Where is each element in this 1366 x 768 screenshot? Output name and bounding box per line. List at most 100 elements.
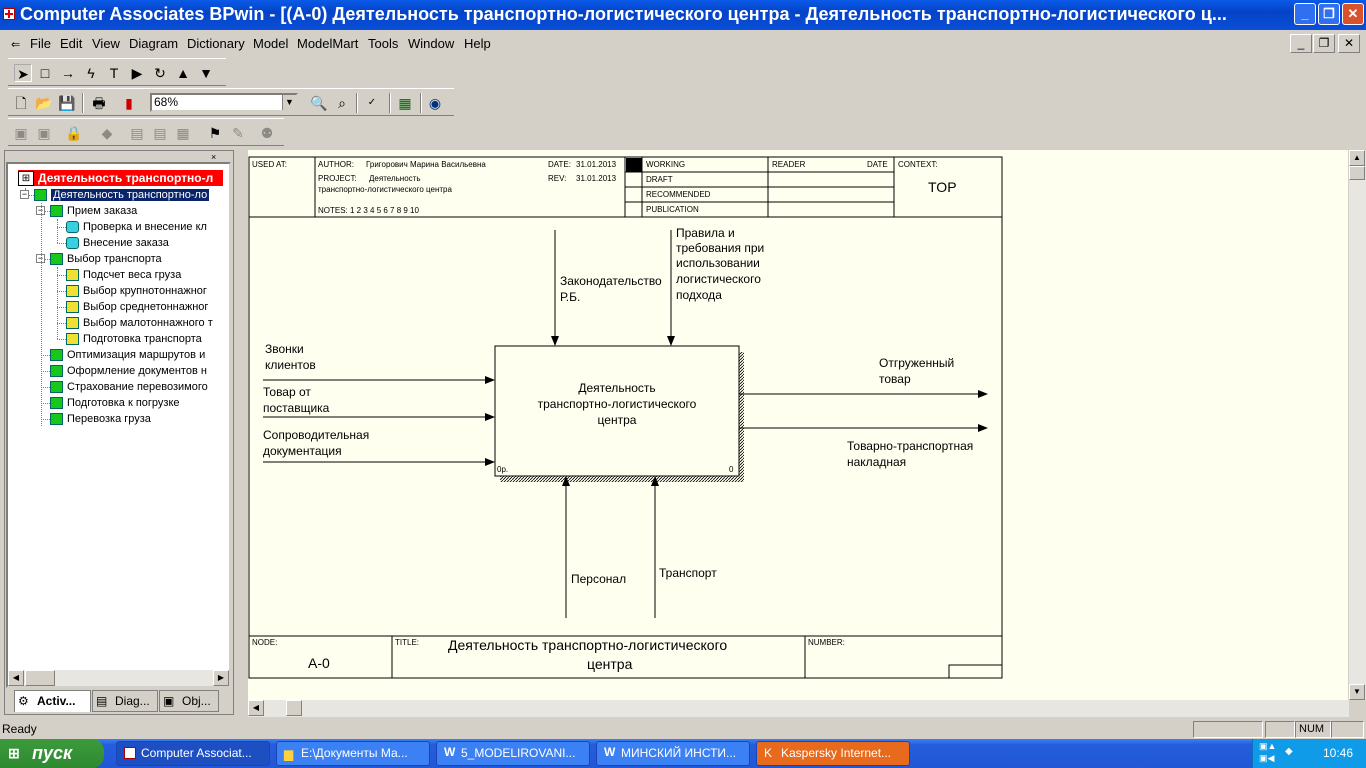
status-text: Ready [2,722,37,736]
tree-item-label: Проверка и внесение кл [83,221,207,233]
report-icon[interactable]: ⚑ [206,124,224,142]
text-tool-icon[interactable]: T [105,64,123,82]
go-to-sibling-icon[interactable]: ↻ [151,64,169,82]
tree-item[interactable]: Подсчет веса груза [66,267,181,283]
drawing-toolbar: ➤ □ → ϟ T ▶ ↻ ▲ ▼ [8,58,226,86]
cube-icon: ◆ [101,125,113,141]
taskbar-kaspersky[interactable]: Kaspersky Internet... [756,741,910,766]
menu-help[interactable]: Help [464,36,491,51]
tree-hscroll[interactable]: ◀ ▶ [8,670,229,686]
squiggle-tool-icon[interactable]: ϟ [82,64,100,82]
save-icon[interactable]: 💾 [58,94,76,112]
tree-item[interactable]: Выбор среднетоннажног [66,299,208,315]
model-explorer-icon[interactable]: ▦ [396,94,414,112]
menu-model[interactable]: Model [253,36,288,51]
tree-item[interactable]: Выбор транспорта [50,251,162,267]
network-icon[interactable]: ▣▲ [1259,741,1276,752]
connect-icon: ▣ [14,125,28,141]
tray-icon[interactable]: ◆ [1285,746,1293,757]
control-rules-2: требования при [676,241,764,255]
zoom-fit-icon[interactable]: ⌕ [333,94,351,112]
tree-item[interactable]: Оптимизация маршрутов и [50,347,205,363]
menu-file[interactable]: File [30,36,51,51]
diagram-canvas[interactable]: USED AT: AUTHOR: Григорович Марина Васил… [248,150,1348,700]
lock-icon: 🔒 [65,125,83,141]
go-to-child-icon[interactable]: ▶ [128,64,146,82]
menu-diagram[interactable]: Diagram [129,36,178,51]
go-to-parent-icon[interactable]: ▲ [174,64,192,82]
publication-label: PUBLICATION [646,205,699,214]
tree-root[interactable]: Деятельность транспортно-л [18,170,223,186]
tree-item-label: Подготовка к погрузке [67,397,180,409]
vscroll-thumb[interactable] [1349,166,1365,180]
start-button[interactable]: ⊞ пуск [0,739,104,768]
menu-modelmart[interactable]: ModelMart [297,36,358,51]
tree-item[interactable]: Выбор крупнотоннажног [66,283,207,299]
tree-item[interactable]: Внесение заказа [66,235,169,251]
menu-window[interactable]: Window [408,36,454,51]
tree-item[interactable]: Деятельность транспортно-ло [34,187,210,203]
tree-item[interactable]: Оформление документов н [50,363,207,379]
canvas-vscroll[interactable]: ▲ ▼ [1349,150,1366,700]
taskbar-word-1[interactable]: 5_MODELIROVANI... [436,741,590,766]
zoom-select[interactable]: 68% ▼ [150,93,298,112]
chevron-down-icon[interactable]: ▼ [282,95,296,110]
modelmart-toolbar: ▣ ▣ 🔒 ◆ ▤ ▤ ▦ ⚑ ✎ ⚉ [8,118,284,146]
activity-box [494,345,740,477]
scroll-down-icon[interactable]: ▼ [1349,684,1365,700]
panel-close-icon[interactable]: × [211,152,216,162]
minimize-button[interactable]: _ [1294,3,1316,25]
tree-item[interactable]: Проверка и внесение кл [66,219,207,235]
tree-item[interactable]: Перевозка груза [50,411,151,427]
doc-close-button[interactable]: ✕ [1338,34,1360,53]
pointer-icon[interactable]: ➤ [14,64,32,82]
taskbar-explorer[interactable]: E:\Документы Ма... [276,741,430,766]
decomposed-activity-icon [66,317,79,330]
menu-view[interactable]: View [92,36,120,51]
menu-tools[interactable]: Tools [368,36,398,51]
print-icon[interactable]: 🖶 [90,94,108,112]
menu-edit[interactable]: Edit [60,36,82,51]
canvas-hscroll[interactable]: ◀ [248,700,1349,717]
new-file-icon[interactable]: 🗋 [12,94,30,112]
scroll-up-icon[interactable]: ▲ [1349,150,1365,166]
scroll-left-icon[interactable]: ◀ [248,700,264,716]
mechanism-staff: Персонал [571,572,626,586]
status-pane-1 [1193,721,1263,738]
doc-menu-icon[interactable]: ⇐ [11,38,20,51]
restore-button[interactable]: ❐ [1318,3,1340,25]
kaspersky-icon: K [764,746,773,760]
tree-item[interactable]: Подготовка транспорта [66,331,202,347]
taskbar-bpwin[interactable]: Computer Associat... [116,741,270,766]
color-palette-icon[interactable]: ▮ [120,94,138,112]
taskbar: ⊞ пуск Computer Associat... E:\Документы… [0,739,1366,768]
doc-minimize-button[interactable]: _ [1290,34,1312,53]
input-docs-1: Сопроводительная [263,428,369,442]
open-folder-icon[interactable]: 📂 [35,94,53,112]
tree-item-label: Внесение заказа [83,237,169,249]
doc-restore-button[interactable]: ❐ [1313,34,1335,53]
collapse-icon[interactable]: − [20,190,29,199]
hscroll-thumb[interactable] [286,700,302,716]
volume-icon[interactable]: ▣◀ [1259,753,1274,764]
project-line-2: транспортно-логистического центра [318,185,453,194]
system-tray: ▣▲ ▣◀ ◆ 10:46 [1252,739,1366,768]
output-waybill-2: накладная [847,455,906,469]
tree-item[interactable]: Выбор малотоннажного т [66,315,213,331]
box-tool-icon[interactable]: □ [36,64,54,82]
project-line-1: Деятельность [369,174,421,183]
tree-item[interactable]: Подготовка к погрузке [50,395,180,411]
tree-item[interactable]: Страхование перевозимого [50,379,208,395]
menu-dictionary[interactable]: Dictionary [187,36,245,51]
close-button[interactable]: ✕ [1342,3,1364,25]
arrow-tool-icon[interactable]: → [59,64,77,82]
diagram-title-2: центра [587,656,633,672]
zoom-value: 68% [154,95,179,109]
modelmart-icon[interactable]: ◉ [426,94,444,112]
taskbar-word-2[interactable]: МИНСКИЙ ИНСТИ... [596,741,750,766]
app-icon[interactable] [3,8,15,20]
tree-item[interactable]: Прием заказа [50,203,137,219]
spell-check-icon[interactable]: ✓ [363,94,381,112]
zoom-in-icon[interactable]: 🔍 [310,94,328,112]
go-down-icon[interactable]: ▼ [197,64,215,82]
